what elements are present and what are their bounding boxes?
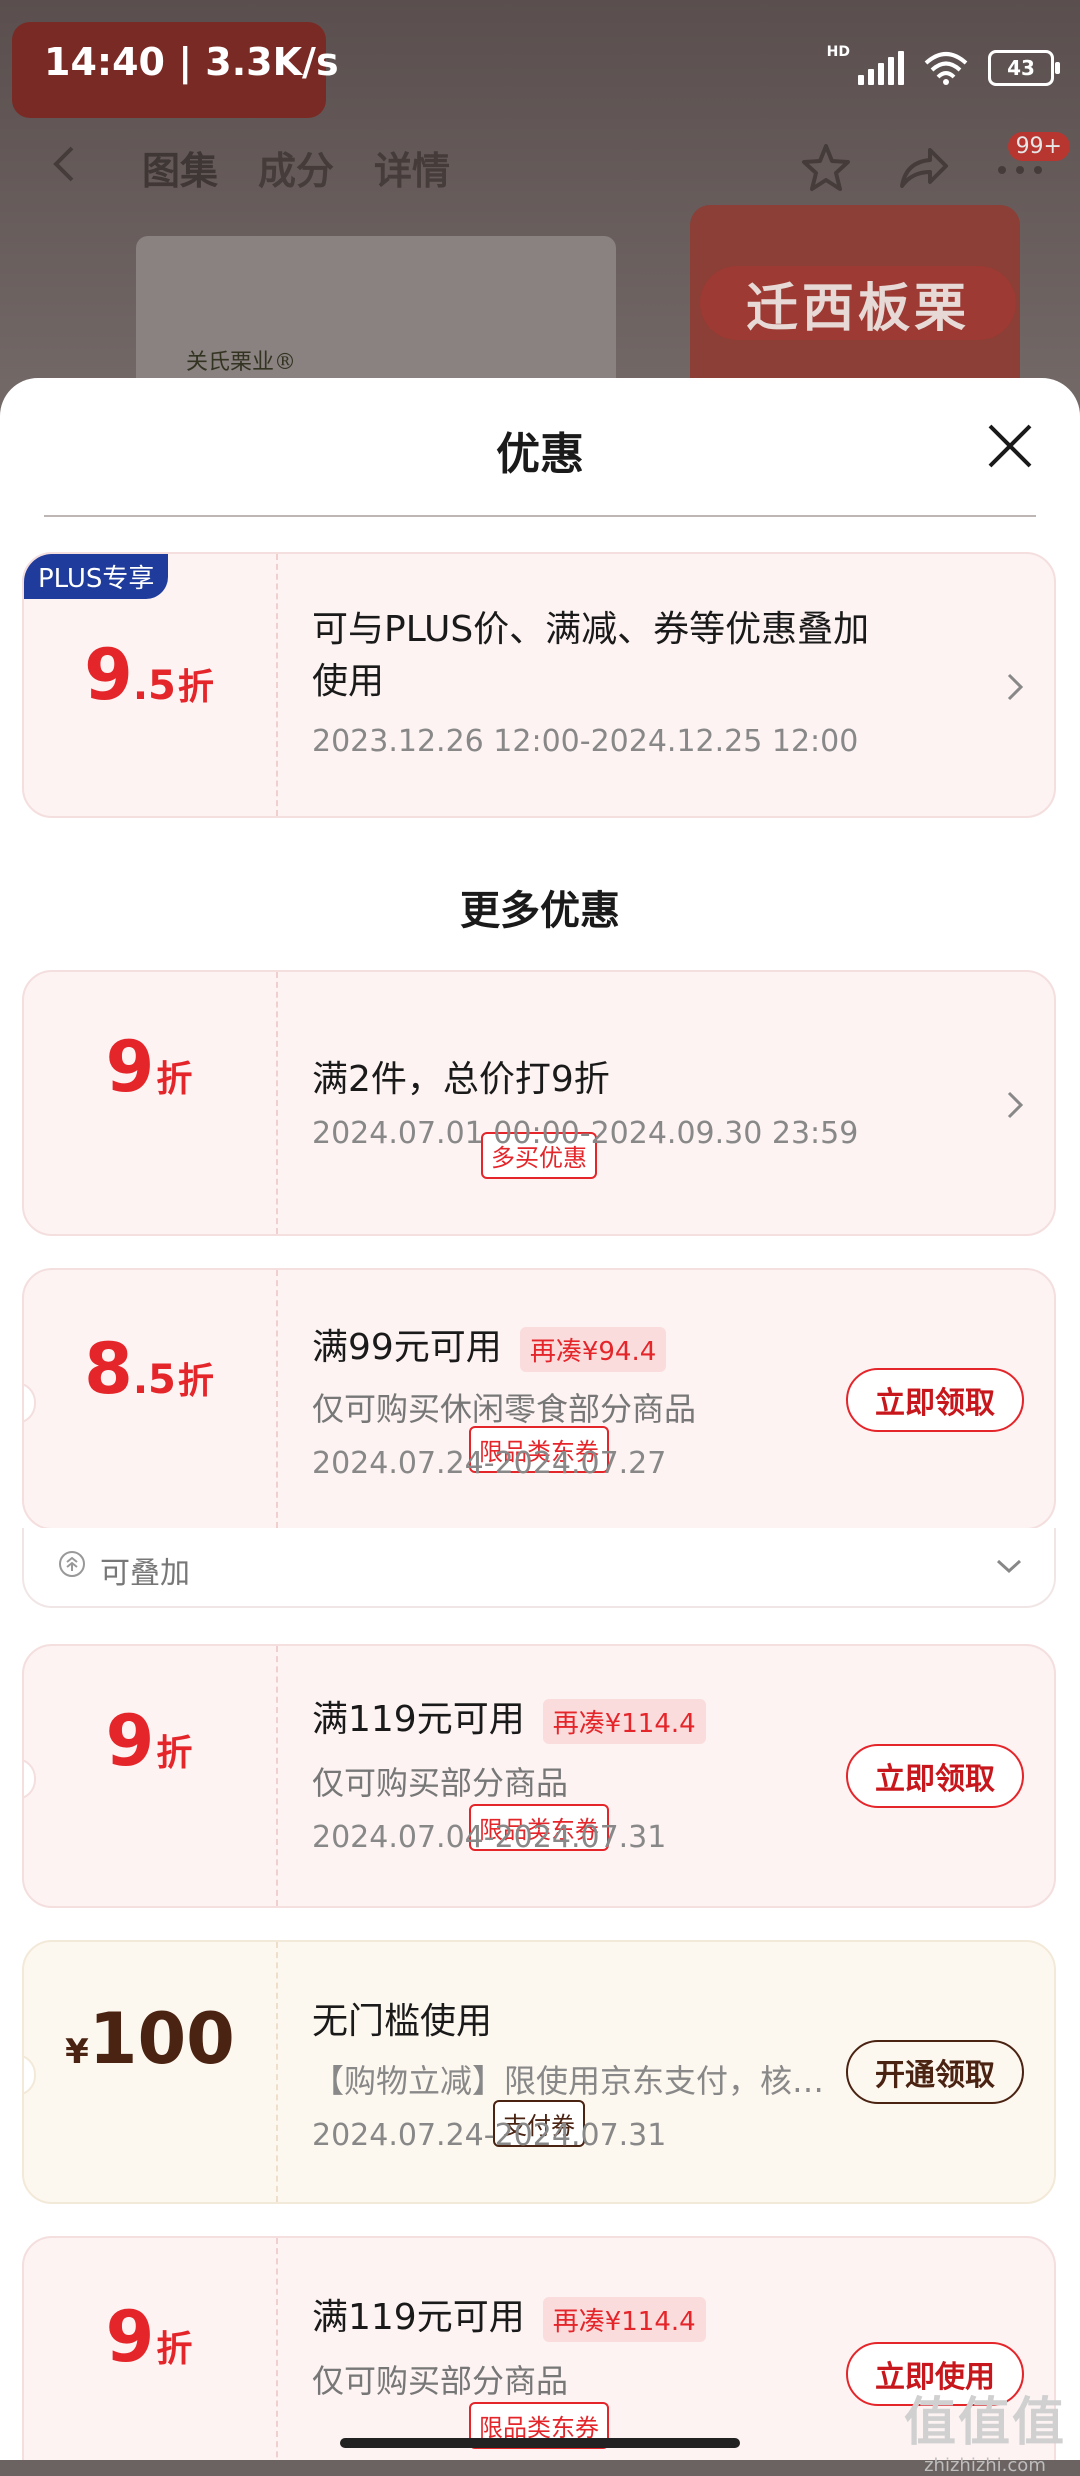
activate-claim-button[interactable]: 开通领取 bbox=[846, 2040, 1024, 2104]
discount-title: 满119元可用 再凑¥114.4 bbox=[312, 1690, 706, 1744]
watermark-url: zhizhizhi.com bbox=[924, 2455, 1046, 2476]
coupon-scope: 仅可购买部分商品 bbox=[312, 2362, 569, 2400]
hd-icon: HD bbox=[826, 44, 850, 60]
battery-icon: 43 bbox=[988, 50, 1060, 86]
discount-time: 2024.07.24-2024.07.31 bbox=[312, 2118, 667, 2153]
coupon-card: 9折 限品类东券 满119元可用 再凑¥114.4 仅可购买部分商品 2024.0… bbox=[22, 1644, 1056, 1908]
discount-value: 9.5折 bbox=[84, 634, 214, 716]
signal-icon bbox=[858, 51, 904, 85]
close-icon[interactable] bbox=[986, 422, 1034, 470]
chevron-right-icon bbox=[1007, 1091, 1024, 1119]
watermark: 值值值 zhizhizhi.com bbox=[904, 2380, 1066, 2476]
chevron-down-icon[interactable] bbox=[994, 1556, 1024, 1576]
payment-coupon-card: ¥100 支付券 无门槛使用 【购物立减】限使用京东支付，核… 2024.07.… bbox=[22, 1940, 1056, 2204]
stack-icon bbox=[59, 1551, 85, 1577]
coupon-scope: 仅可购买休闲零食部分商品 bbox=[312, 1390, 697, 1428]
coupon-scope: 仅可购买部分商品 bbox=[312, 1764, 569, 1802]
tab-gallery[interactable]: 图集 bbox=[142, 140, 218, 195]
discount-title: 满99元可用 再凑¥94.4 bbox=[312, 1318, 667, 1372]
need-more-badge: 再凑¥94.4 bbox=[519, 1326, 667, 1372]
card-separator bbox=[276, 1942, 278, 2202]
product-logo: 关氏栗业® bbox=[186, 350, 297, 375]
tab-details[interactable]: 详情 bbox=[374, 140, 450, 195]
discount-value: 9折 bbox=[105, 2296, 193, 2378]
home-indicator[interactable] bbox=[340, 2438, 740, 2448]
card-separator bbox=[276, 1270, 278, 1528]
coupon-threshold: 满119元可用 bbox=[312, 1699, 525, 1740]
sheet-title: 优惠 bbox=[496, 429, 584, 480]
share-icon[interactable] bbox=[894, 140, 950, 196]
sheet-divider bbox=[44, 515, 1036, 517]
coupon-card: 9折 限品类东券 满119元可用 再凑¥114.4 仅可购买部分商品 立即使用 bbox=[22, 2236, 1056, 2460]
more-discounts-title: 更多优惠 bbox=[460, 888, 620, 934]
coupon-threshold: 满99元可用 bbox=[312, 1327, 502, 1368]
discount-title: 满119元可用 再凑¥114.4 bbox=[312, 2288, 706, 2342]
claim-button[interactable]: 立即领取 bbox=[846, 1744, 1024, 1808]
watermark-logo: 值值值 bbox=[903, 2393, 1066, 2453]
need-more-badge: 再凑¥114.4 bbox=[542, 2296, 706, 2342]
card-separator bbox=[276, 554, 278, 816]
battery-level: 43 bbox=[1007, 56, 1035, 80]
card-separator bbox=[276, 1646, 278, 1906]
star-icon[interactable] bbox=[798, 140, 854, 196]
discount-time: 2024.07.04-2024.07.31 bbox=[312, 1820, 667, 1855]
discount-title: 满2件，总价打9折 bbox=[312, 1059, 610, 1100]
stackable-label: 可叠加 bbox=[100, 1556, 190, 1591]
coupon-amount: ¥100 bbox=[65, 1998, 235, 2080]
promo-banner-title: 迁西板栗 bbox=[700, 266, 1016, 340]
product-nav: 图集 成分 详情 99+ bbox=[0, 130, 1080, 210]
wifi-icon bbox=[924, 52, 968, 85]
discount-value: 8.5折 bbox=[84, 1328, 214, 1410]
status-time: 14:40 | 3.3K/s bbox=[44, 40, 339, 84]
message-badge: 99+ bbox=[1007, 132, 1070, 161]
coupon-card: 8.5折 限品类东券 满99元可用 再凑¥94.4 仅可购买休闲零食部分商品 20… bbox=[22, 1268, 1056, 1530]
need-more-badge: 再凑¥114.4 bbox=[542, 1698, 706, 1744]
coupon-threshold: 满119元可用 bbox=[312, 2297, 525, 2338]
nav-tabs: 图集 成分 详情 bbox=[142, 140, 450, 195]
discount-value: 9折 bbox=[105, 1026, 193, 1108]
card-separator bbox=[276, 2238, 278, 2460]
status-bar: 14:40 | 3.3K/s HD 43 bbox=[0, 0, 1080, 130]
coupon-scope: 【购物立减】限使用京东支付，核… bbox=[312, 2062, 825, 2100]
status-icons: HD 43 bbox=[826, 44, 1060, 90]
claim-button[interactable]: 立即领取 bbox=[846, 1368, 1024, 1432]
discount-sheet: 优惠 PLUS专享 9.5折 可与PLUS价、满减、券等优惠叠加使用 2023.… bbox=[0, 378, 1080, 2460]
chevron-right-icon bbox=[1007, 673, 1024, 701]
stackable-row[interactable]: 可叠加 bbox=[22, 1528, 1056, 1608]
multi-buy-card[interactable]: 9折 多买优惠 满2件，总价打9折 2024.07.01 00:00-2024.… bbox=[22, 970, 1056, 1236]
plus-discount-card[interactable]: PLUS专享 9.5折 可与PLUS价、满减、券等优惠叠加使用 2023.12.… bbox=[22, 552, 1056, 818]
back-icon[interactable] bbox=[46, 144, 86, 184]
discount-time: 2024.07.01 00:00-2024.09.30 23:59 bbox=[312, 1116, 859, 1151]
card-separator bbox=[276, 972, 278, 1234]
discount-time: 2024.07.24-2024.07.27 bbox=[312, 1446, 667, 1481]
plus-title: 可与PLUS价、满减、券等优惠叠加使用 bbox=[312, 609, 870, 702]
discount-value: 9折 bbox=[105, 1700, 193, 1782]
tab-ingredients[interactable]: 成分 bbox=[258, 140, 334, 195]
discount-title: 无门槛使用 bbox=[312, 2001, 493, 2042]
plus-time: 2023.12.26 12:00-2024.12.25 12:00 bbox=[312, 724, 859, 759]
plus-tag: PLUS专享 bbox=[24, 554, 169, 599]
